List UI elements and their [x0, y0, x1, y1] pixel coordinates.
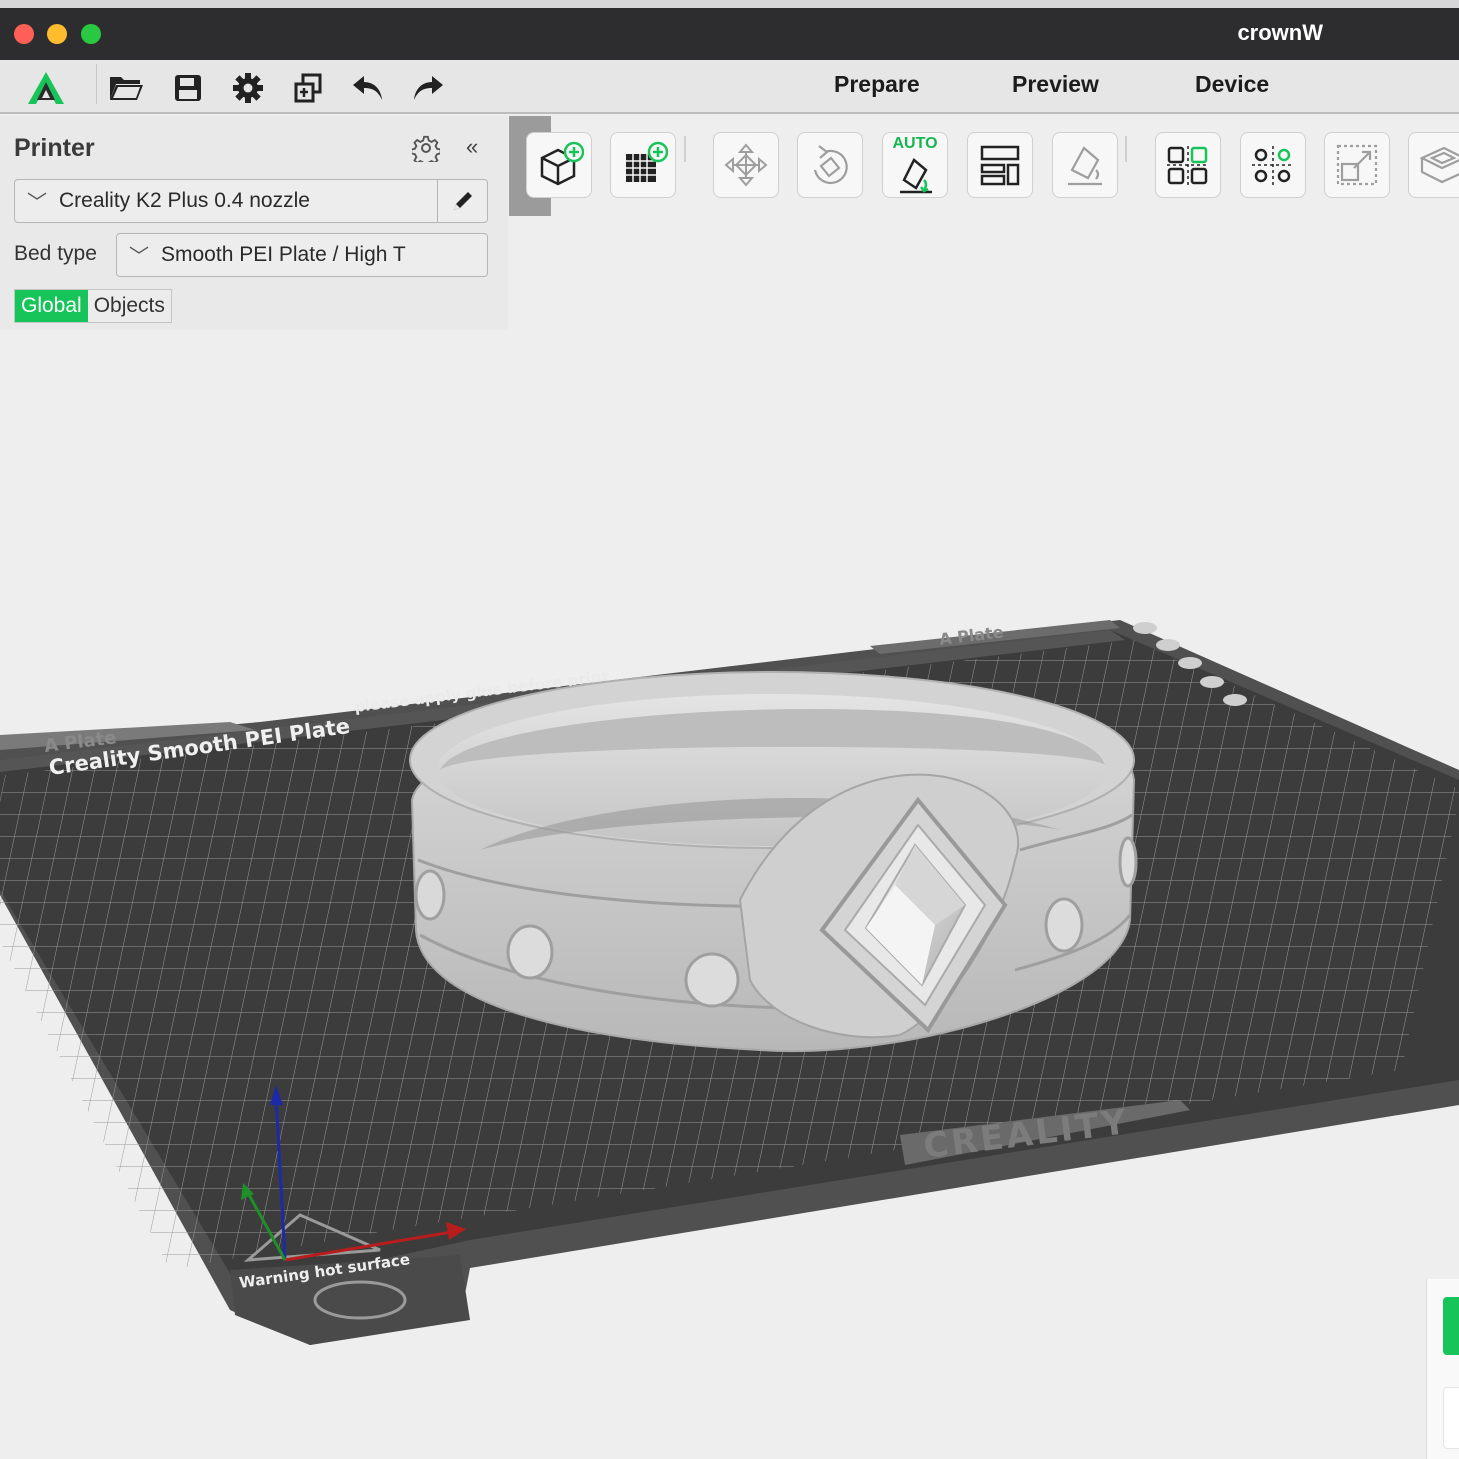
- auto-orient-icon[interactable]: AUTO: [882, 132, 948, 198]
- bed-type-label: Bed type: [14, 242, 97, 265]
- minimize-window-button[interactable]: [47, 24, 67, 44]
- move-icon[interactable]: [713, 132, 779, 198]
- bed-type-select[interactable]: ﹀ Smooth PEI Plate / High T: [116, 233, 488, 277]
- add-plate-icon[interactable]: [610, 132, 676, 198]
- toolbar-divider: [1125, 136, 1127, 162]
- objects-tab[interactable]: Objects: [87, 290, 171, 322]
- undo-icon[interactable]: [346, 66, 390, 110]
- scale-icon[interactable]: [1324, 132, 1390, 198]
- collapse-panel-button[interactable]: «: [466, 134, 478, 160]
- tab-prepare[interactable]: Prepare: [834, 71, 920, 98]
- slice-button[interactable]: [1443, 1297, 1459, 1355]
- arrange-icon[interactable]: [967, 132, 1033, 198]
- printer-settings-icon[interactable]: [408, 130, 444, 166]
- title-bar: crownW: [0, 0, 1459, 60]
- tab-device[interactable]: Device: [1195, 71, 1269, 98]
- close-window-button[interactable]: [14, 24, 34, 44]
- pencil-icon: [453, 192, 472, 210]
- main-toolbar: Prepare Preview Device: [0, 60, 1459, 114]
- window-title: crownW: [1237, 20, 1323, 45]
- split-objects-icon[interactable]: [1155, 132, 1221, 198]
- edit-printer-button[interactable]: [437, 180, 487, 222]
- settings-gear-icon[interactable]: [226, 66, 270, 110]
- save-icon[interactable]: [166, 66, 210, 110]
- copy-icon[interactable]: [286, 66, 330, 110]
- tab-preview[interactable]: Preview: [1012, 71, 1099, 98]
- chevron-down-icon: ﹀: [129, 246, 149, 268]
- auto-label: AUTO: [892, 135, 938, 152]
- ring-model[interactable]: [409, 671, 1138, 1053]
- 3d-viewport[interactable]: Creality Smooth PEI Plate please apply g…: [0, 330, 1459, 1459]
- printer-select[interactable]: ﹀ Creality K2 Plus 0.4 nozzle: [14, 179, 488, 223]
- printer-select-value: Creality K2 Plus 0.4 nozzle: [59, 189, 310, 212]
- global-tab[interactable]: Global: [15, 290, 88, 322]
- add-object-icon[interactable]: [526, 132, 592, 198]
- app-logo-icon[interactable]: [24, 66, 68, 110]
- toolbar-divider: [96, 64, 97, 104]
- chevron-down-icon: ﹀: [27, 192, 47, 214]
- panel-title: Printer: [14, 134, 95, 162]
- app-window: crownW Prepare Preview Device Printer « …: [0, 0, 1459, 1459]
- printer-panel: Printer « ﹀ Creality K2 Plus 0.4 nozzle …: [0, 116, 508, 330]
- lay-on-face-icon[interactable]: [1052, 132, 1118, 198]
- zoom-window-button[interactable]: [81, 24, 101, 44]
- secondary-side-button[interactable]: [1443, 1387, 1459, 1449]
- redo-icon[interactable]: [406, 66, 450, 110]
- settings-scope-toggle: Global Objects: [14, 289, 172, 323]
- open-folder-icon[interactable]: [104, 66, 148, 110]
- rotate-icon[interactable]: [797, 132, 863, 198]
- bed-type-value: Smooth PEI Plate / High T: [161, 243, 406, 266]
- toolbar-divider: [684, 136, 686, 162]
- split-parts-icon[interactable]: [1240, 132, 1306, 198]
- slice-view-icon[interactable]: [1408, 132, 1459, 198]
